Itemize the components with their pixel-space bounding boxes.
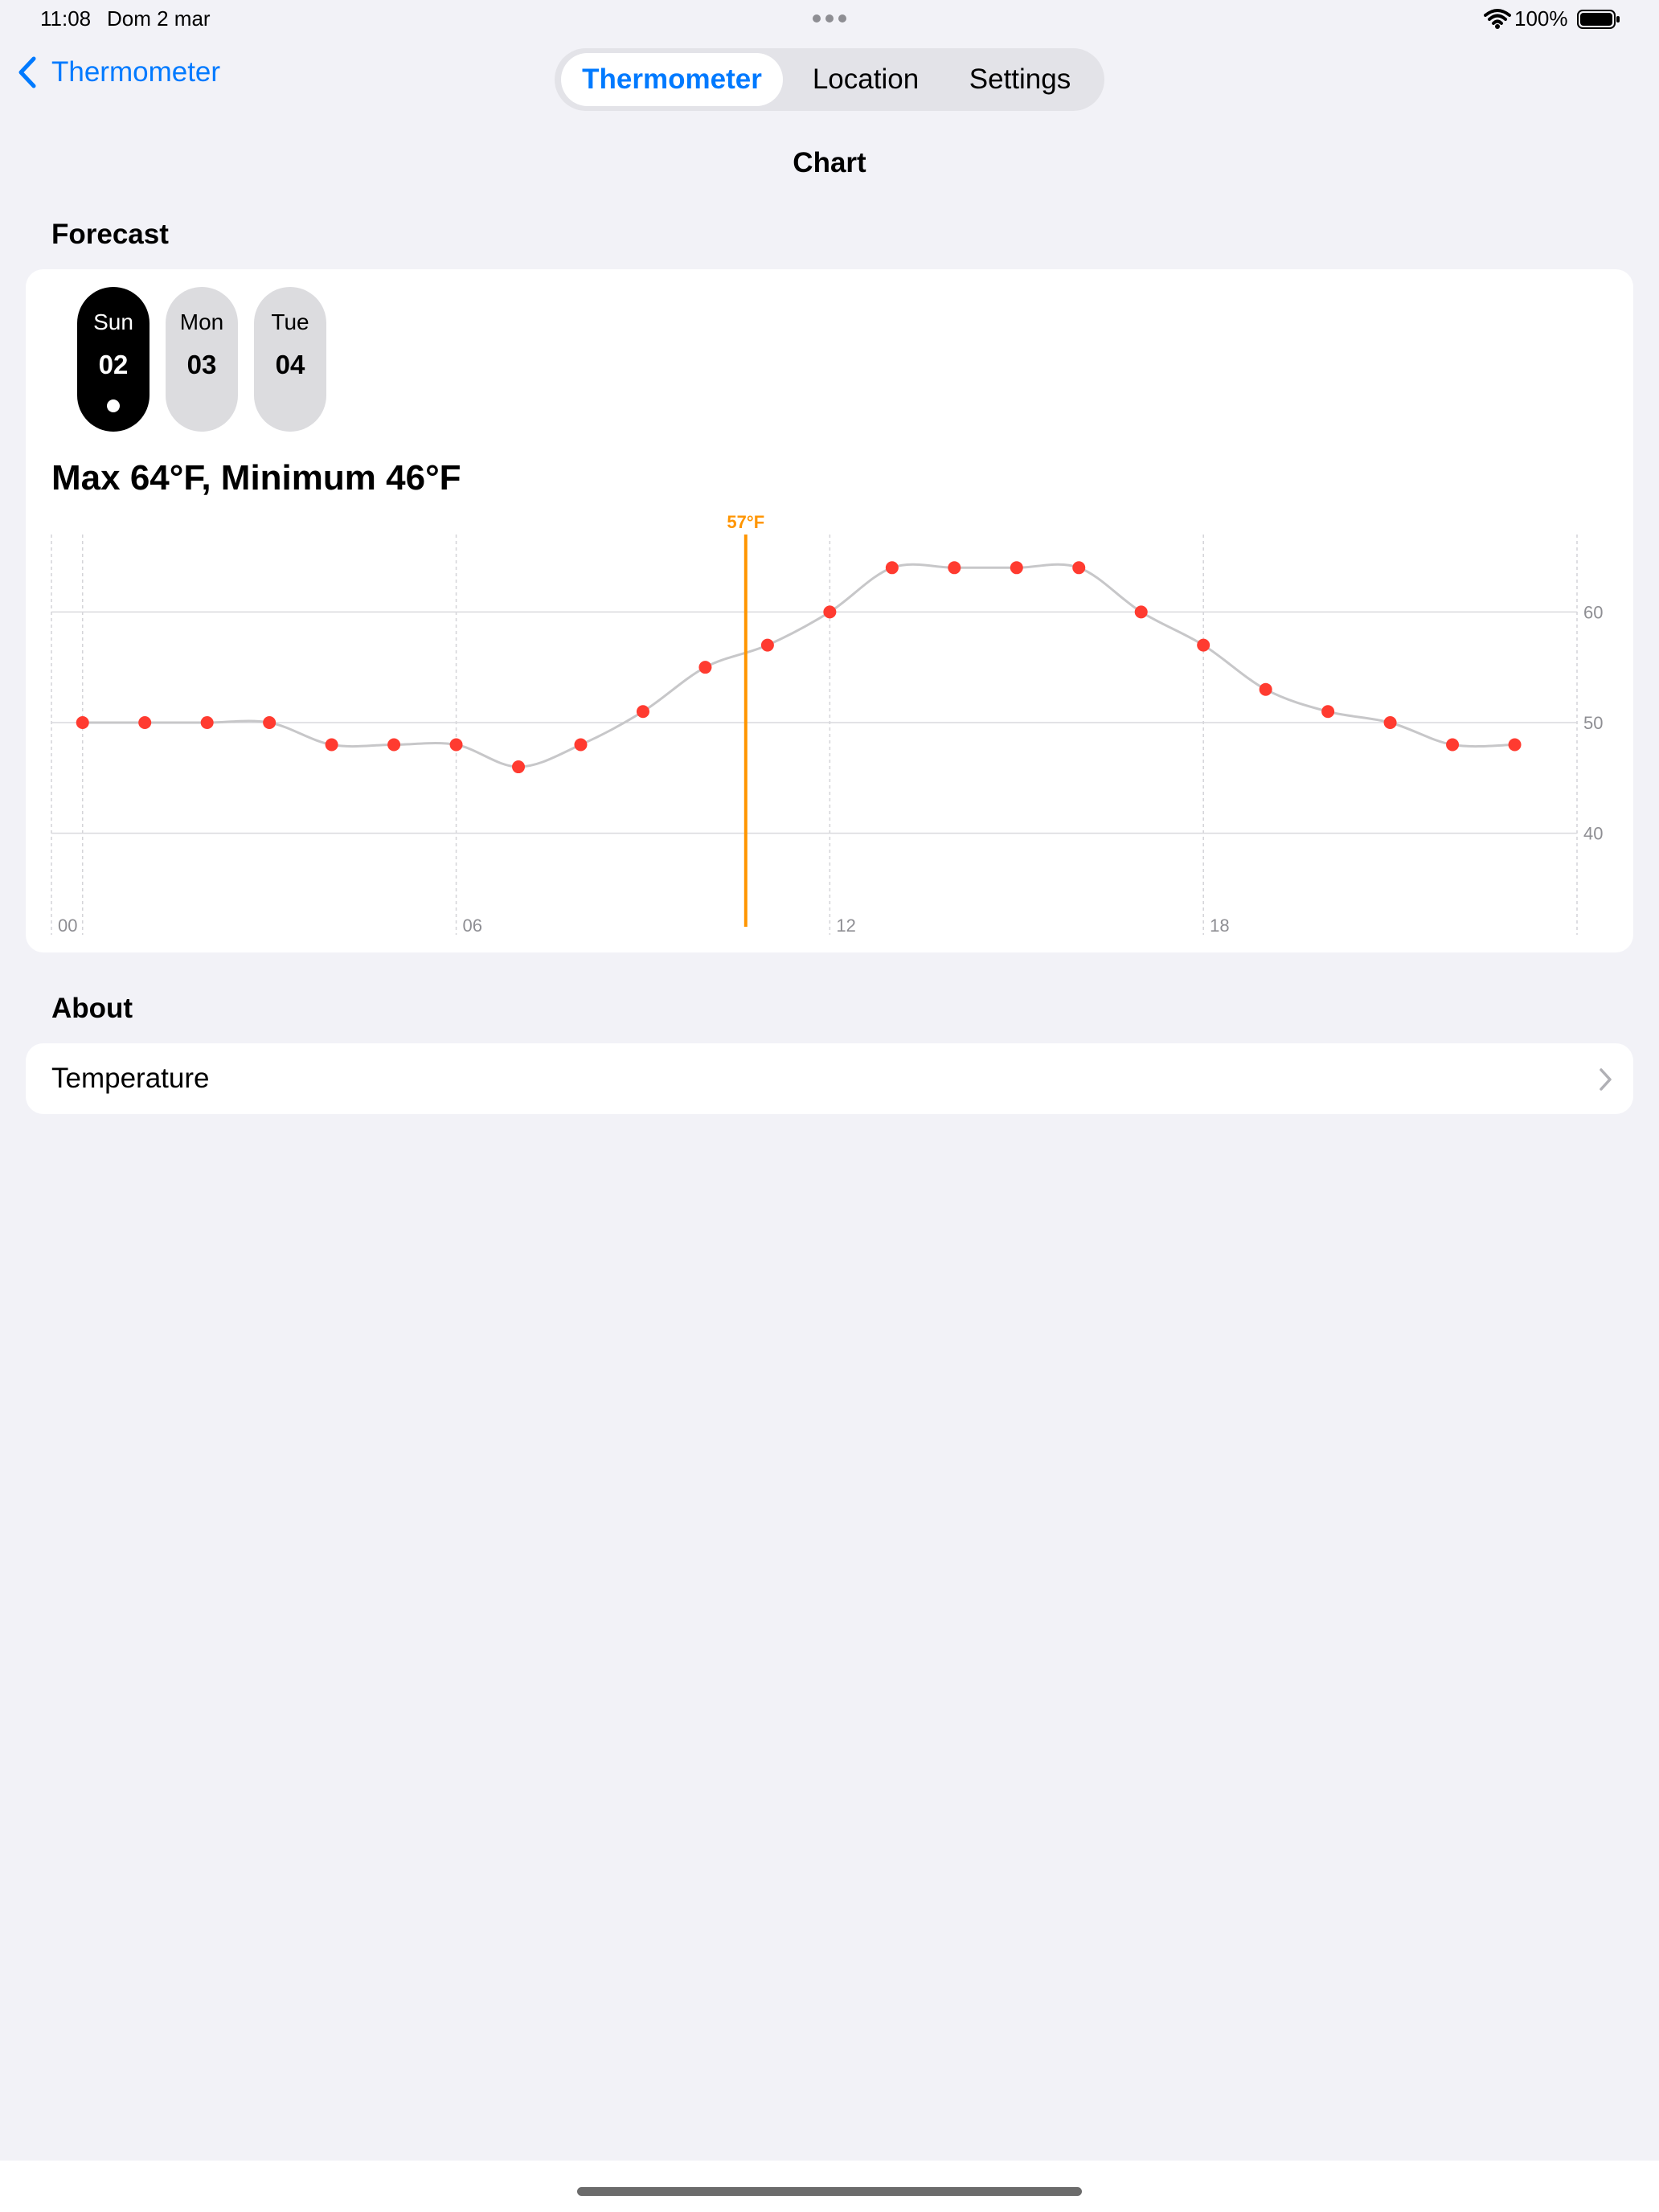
forecast-card: Sun 02 Mon 03 Tue 04 Max 64°F, Minimum 4… [26, 269, 1633, 952]
bottom-safe-area [0, 2161, 1659, 2212]
data-point [698, 661, 712, 674]
data-point [1197, 638, 1210, 652]
data-point [1072, 561, 1086, 575]
multitasking-dots-icon[interactable] [812, 14, 847, 23]
data-point [885, 561, 899, 575]
data-point [512, 760, 526, 774]
forecast-header: Forecast [51, 219, 169, 250]
data-point [449, 738, 463, 752]
data-point [200, 716, 214, 729]
y-tick-label: 60 [1583, 602, 1603, 622]
data-point [387, 738, 401, 752]
data-point [325, 738, 338, 752]
data-point [1383, 716, 1397, 729]
page-title: Chart [793, 147, 866, 178]
data-point [948, 561, 961, 575]
data-point [263, 716, 276, 729]
day-number: 04 [275, 350, 305, 379]
day-number: 02 [98, 350, 129, 379]
status-time: 11:08 [40, 6, 92, 31]
data-point [138, 716, 152, 729]
status-date: Dom 2 mar [107, 6, 211, 31]
x-tick-label: 00 [58, 916, 77, 936]
data-point [1321, 705, 1335, 719]
day-name: Sun [93, 309, 133, 334]
day-pill-mon[interactable]: Mon 03 [166, 287, 238, 432]
data-point [1446, 738, 1460, 752]
data-point [823, 605, 837, 619]
battery-percentage: 100% [1514, 6, 1568, 31]
day-pill-tue[interactable]: Tue 04 [254, 287, 326, 432]
day-number: 03 [186, 350, 217, 379]
data-point [760, 638, 774, 652]
chevron-left-icon [18, 56, 36, 88]
chevron-right-icon [1600, 1068, 1612, 1091]
y-tick-label: 40 [1583, 824, 1603, 844]
day-name: Mon [179, 309, 224, 334]
about-temperature-row[interactable]: Temperature [26, 1043, 1633, 1114]
back-button-label: Thermometer [51, 56, 221, 88]
battery-icon [1577, 10, 1620, 29]
data-point [1134, 605, 1148, 619]
selected-dot [107, 399, 120, 412]
about-temperature-label: Temperature [51, 1063, 210, 1094]
back-button[interactable]: Thermometer [18, 56, 220, 88]
x-tick-label: 06 [463, 916, 482, 936]
x-tick-label: 12 [836, 916, 855, 936]
temperature-line [82, 563, 1515, 768]
day-pill-sun[interactable]: Sun 02 [77, 287, 150, 432]
about-header: About [51, 993, 133, 1024]
data-point [1508, 738, 1522, 752]
segmented-control: Thermometer Location Settings [555, 48, 1104, 111]
temperature-chart[interactable]: 40 50 60 00 06 12 18 57°F [26, 510, 1633, 936]
wifi-icon [1484, 9, 1511, 29]
data-point [574, 738, 588, 752]
tab-location[interactable]: Location [789, 53, 942, 106]
data-point [1010, 561, 1023, 575]
day-name: Tue [271, 309, 309, 334]
data-point [636, 705, 649, 719]
tab-settings[interactable]: Settings [944, 53, 1096, 106]
data-point [76, 716, 89, 729]
temperature-summary: Max 64°F, Minimum 46°F [51, 458, 461, 498]
data-point [1259, 682, 1272, 696]
current-temp-label: 57°F [727, 512, 764, 532]
x-tick-label: 18 [1210, 916, 1229, 936]
tab-thermometer[interactable]: Thermometer [561, 53, 783, 106]
y-tick-label: 50 [1583, 713, 1603, 733]
home-indicator[interactable] [577, 2187, 1082, 2196]
